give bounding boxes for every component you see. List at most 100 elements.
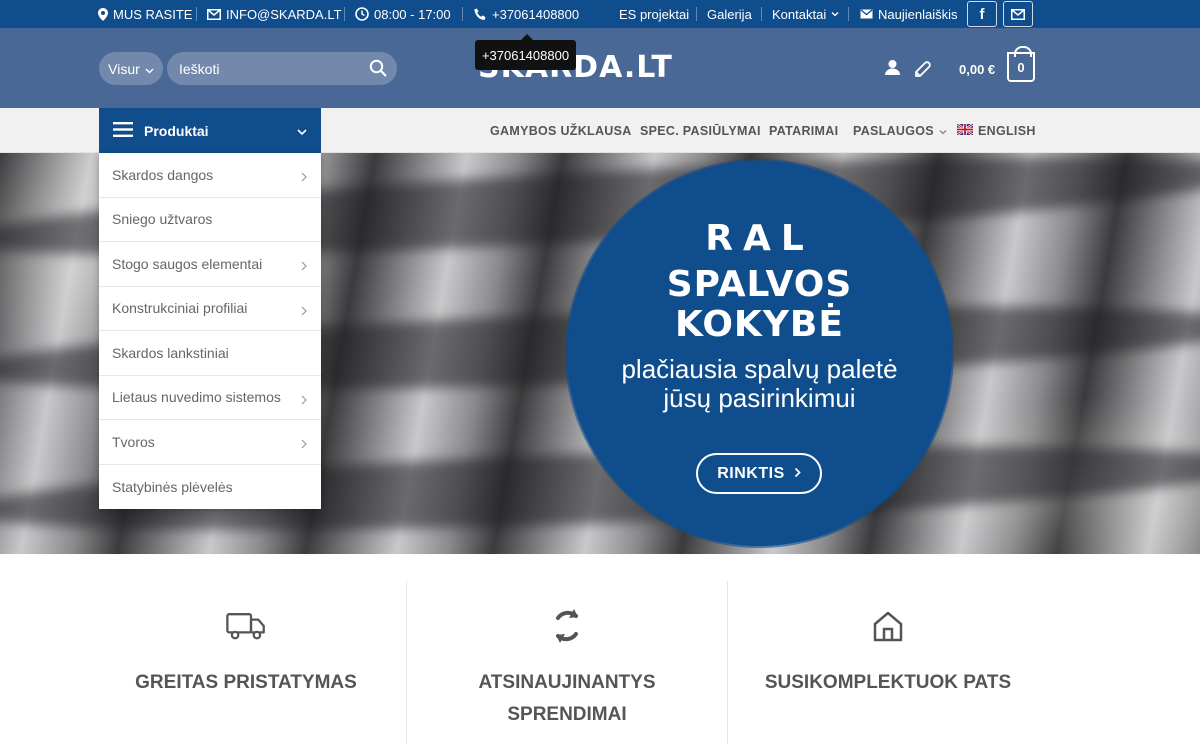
nav-special-offers[interactable]: SPEC. PASIŪLYMAI <box>640 108 761 153</box>
es-projects-label: ES projektai <box>619 6 690 22</box>
hero-subtitle-line: plačiausia spalvų paletė <box>621 354 898 384</box>
es-projects-link[interactable]: ES projektai <box>619 0 689 28</box>
search-icon[interactable] <box>369 59 387 80</box>
hero-title-ral: RAL <box>705 218 814 259</box>
divider <box>344 7 345 21</box>
contacts-label: Kontaktai <box>772 6 827 22</box>
location-link[interactable]: MUS RASITE <box>98 0 192 28</box>
search-placeholder: Ieškoti <box>179 60 220 77</box>
dropdown-item-membranes[interactable]: Statybinės plėvelės <box>99 465 321 510</box>
products-dropdown: Skardos dangos Sniego užtvaros Stogo sau… <box>99 153 321 509</box>
choose-button[interactable]: RINKTIS <box>696 453 822 494</box>
chevron-right-icon <box>301 436 307 452</box>
nav-tips[interactable]: PATARIMAI <box>769 108 838 153</box>
feature-fast-delivery: GREITAS PRISTATYMAS <box>86 554 406 744</box>
user-icon[interactable] <box>884 59 901 81</box>
location-label: MUS RASITE <box>113 6 193 22</box>
wishlist-icon[interactable] <box>913 59 933 82</box>
email-button[interactable] <box>1003 1 1033 27</box>
chevron-down-icon <box>939 124 947 138</box>
dropdown-item-label: Sniego užtvaros <box>112 211 213 228</box>
phone-link[interactable]: +37061408800 <box>474 0 579 28</box>
dropdown-item-label: Statybinės plėvelės <box>112 478 233 495</box>
nav-services[interactable]: PASLAUGOS <box>853 108 947 153</box>
dropdown-item-label: Lietaus nuvedimo sistemos <box>112 389 281 406</box>
cart-count-badge[interactable]: 0 <box>1007 46 1035 82</box>
search-scope-label: Visur <box>108 60 140 77</box>
feature-title: ATSINAUJINANTYS SPRENDIMAI <box>407 667 727 731</box>
hamburger-icon <box>113 121 133 140</box>
home-icon <box>868 606 908 646</box>
nav-label: SPEC. PASIŪLYMAI <box>640 123 761 138</box>
chevron-right-icon <box>794 465 801 483</box>
divider <box>196 7 197 21</box>
hours-info: 08:00 - 17:00 <box>355 0 451 28</box>
features-section: GREITAS PRISTATYMAS ATSINAUJINANTYS SPRE… <box>0 554 1200 744</box>
divider <box>696 7 697 21</box>
hero-title-line: KOKYBĖ <box>675 304 844 345</box>
chevron-right-icon <box>301 392 307 408</box>
phone-tooltip: +37061408800 <box>475 34 576 70</box>
hours-label: 08:00 - 17:00 <box>374 6 451 22</box>
nav-english[interactable]: ENGLISH <box>956 108 1036 153</box>
products-menu-button[interactable]: Produktai <box>99 108 321 153</box>
truck-icon <box>226 606 266 646</box>
nav-label: ENGLISH <box>978 123 1036 138</box>
chevron-down-icon <box>831 11 839 17</box>
newsletter-link[interactable]: Naujienlaiškis <box>860 0 957 28</box>
facebook-icon: f <box>979 5 985 23</box>
envelope-icon <box>207 8 221 20</box>
gallery-label: Galerija <box>707 6 752 22</box>
feature-title: SUSIKOMPLEKTUOK PATS <box>764 672 1012 693</box>
gallery-link[interactable]: Galerija <box>707 0 752 28</box>
nav-label: PASLAUGOS <box>853 123 934 138</box>
phone-label: +37061408800 <box>492 6 580 22</box>
envelope-icon <box>860 9 873 19</box>
search-scope-select[interactable]: Visur <box>99 52 163 85</box>
chevron-right-icon <box>301 258 307 274</box>
dropdown-item-label: Konstrukciniai profiliai <box>112 300 248 317</box>
newsletter-label: Naujienlaiškis <box>878 6 958 22</box>
top-bar: MUS RASITE INFO@SKARDA.LT 08:00 - 17:00 … <box>0 0 1200 28</box>
hero-subtitle-line: jūsų pasirinkimui <box>663 383 856 413</box>
nav-production-request[interactable]: GAMYBOS UŽKLAUSA <box>490 108 632 153</box>
feature-title: GREITAS PRISTATYMAS <box>135 672 357 693</box>
products-menu-label: Produktai <box>144 122 209 139</box>
divider <box>462 7 463 21</box>
nav-label: PATARIMAI <box>769 123 839 138</box>
chevron-right-icon <box>301 169 307 185</box>
dropdown-item-label: Tvoros <box>112 433 155 450</box>
hero-subtitle: plačiausia spalvų paletė jūsų pasirinkim… <box>567 355 952 413</box>
cart-total[interactable]: 0,00 € <box>959 62 995 77</box>
choose-button-label: RINKTIS <box>717 464 785 482</box>
email-label: INFO@SKARDA.LT <box>226 6 342 22</box>
dropdown-item-label: Skardos lankstiniai <box>112 344 229 361</box>
refresh-icon <box>547 606 587 646</box>
contacts-link[interactable]: Kontaktai <box>772 0 839 28</box>
email-link[interactable]: INFO@SKARDA.LT <box>207 0 342 28</box>
divider <box>848 7 849 21</box>
feature-title-text: ATSINAUJINANTYS SPRENDIMAI <box>478 672 656 725</box>
hero-title-line: SPALVOS <box>666 264 853 305</box>
dropdown-item-rainwater-systems[interactable]: Lietaus nuvedimo sistemos <box>99 376 321 420</box>
dropdown-item-fences[interactable]: Tvoros <box>99 420 321 465</box>
envelope-icon <box>1011 8 1025 20</box>
feature-self-assemble: SUSIKOMPLEKTUOK PATS <box>728 554 1048 744</box>
feature-renewable-solutions: ATSINAUJINANTYS SPRENDIMAI <box>407 554 727 744</box>
chevron-down-icon <box>297 123 307 139</box>
dropdown-item-roof-safety[interactable]: Stogo saugos elementai <box>99 242 321 287</box>
dropdown-item-label: Skardos dangos <box>112 166 214 183</box>
dropdown-item-roofing[interactable]: Skardos dangos <box>99 153 321 198</box>
uk-flag-icon <box>956 122 974 138</box>
facebook-button[interactable]: f <box>967 1 997 27</box>
dropdown-item-structural-profiles[interactable]: Konstrukciniai profiliai <box>99 287 321 331</box>
chevron-right-icon <box>301 303 307 319</box>
cart-count: 0 <box>1017 59 1025 75</box>
phone-icon <box>474 8 487 21</box>
search-input[interactable]: Ieškoti <box>167 52 397 85</box>
site-header: Visur Ieškoti SKARDA.LT +37061408800 0,0… <box>0 28 1200 108</box>
dropdown-item-snow-guards[interactable]: Sniego užtvaros <box>99 198 321 242</box>
chevron-down-icon <box>145 61 154 77</box>
main-nav: Produktai GAMYBOS UŽKLAUSA SPEC. PASIŪLY… <box>0 108 1200 153</box>
dropdown-item-flashings[interactable]: Skardos lankstiniai <box>99 331 321 376</box>
